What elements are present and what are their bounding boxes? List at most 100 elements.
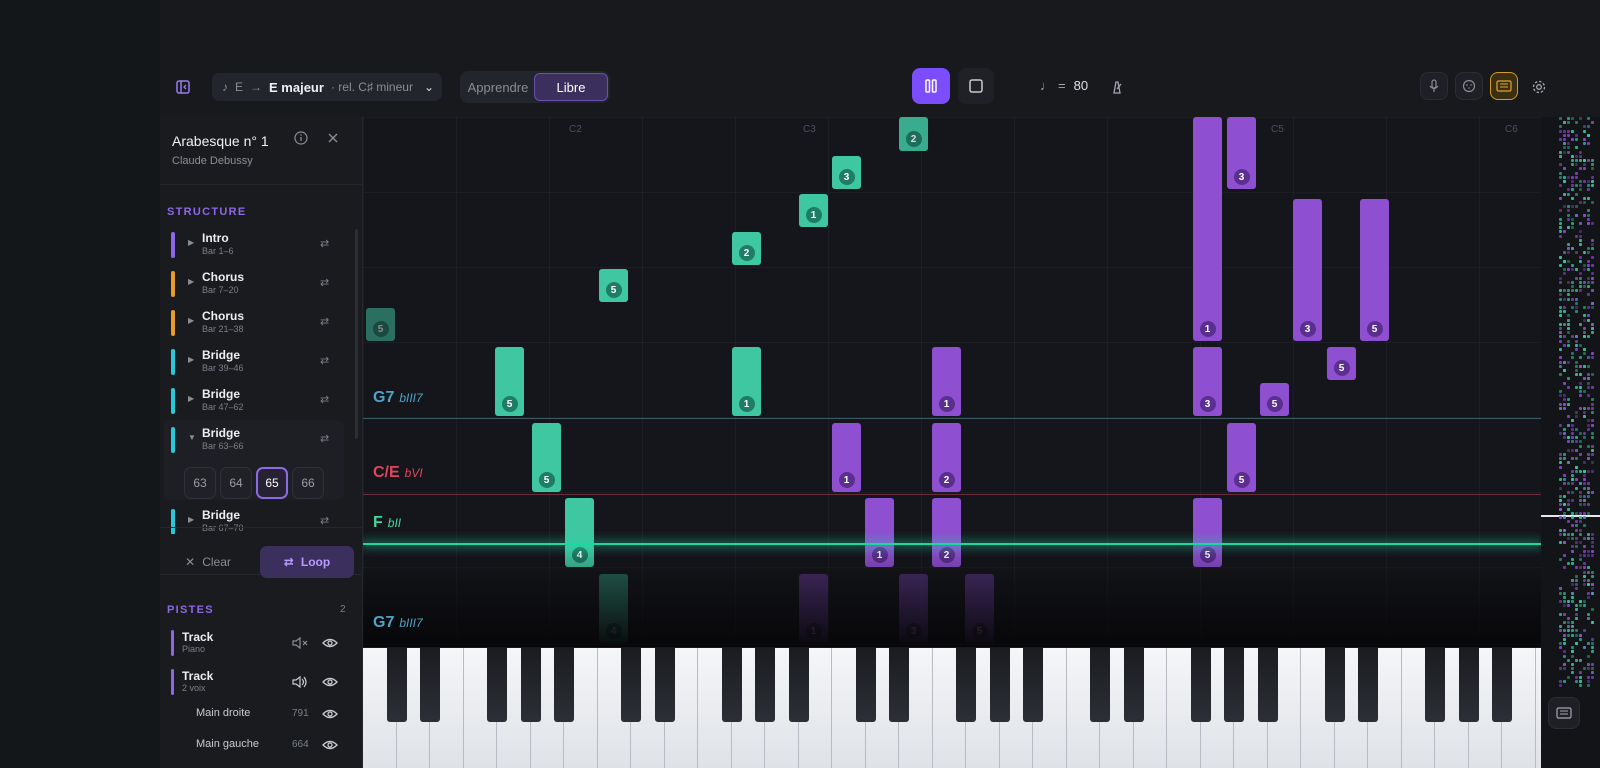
black-key[interactable] (654, 648, 675, 722)
voice-item[interactable]: Main gauche 664 (160, 732, 360, 758)
black-key[interactable] (1257, 648, 1278, 722)
midi-button[interactable] (1455, 72, 1483, 100)
note[interactable]: 5 (1260, 383, 1289, 416)
black-key[interactable] (1358, 648, 1378, 722)
close-button[interactable] (324, 129, 342, 147)
song-minimap[interactable] (1541, 117, 1600, 768)
note[interactable]: 2 (732, 232, 761, 265)
voice-item[interactable]: Main droite 791 (160, 701, 360, 727)
piano-roll[interactable]: C2 C3 C5 C6 2 3 1 2 5 5 1 3 3 5 5 5 5 1 … (363, 117, 1541, 647)
section-item[interactable]: ▼ Bridge Bar 63–66 ⇄ (164, 421, 344, 459)
bar-button[interactable]: 66 (292, 467, 324, 499)
tempo-display[interactable]: ♩ = 80 (1040, 78, 1088, 93)
note[interactable]: 5 (495, 347, 524, 416)
black-key[interactable] (520, 648, 541, 722)
note[interactable]: 5 (1227, 423, 1256, 492)
eye-icon[interactable] (322, 738, 338, 752)
bar-button[interactable]: 63 (184, 467, 216, 499)
collapse-sidebar-button[interactable] (172, 76, 194, 98)
info-button[interactable] (292, 129, 310, 147)
black-key[interactable] (1023, 648, 1043, 722)
note[interactable]: 2 (932, 498, 961, 567)
repeat-icon[interactable]: ⇄ (320, 354, 329, 367)
tab-apprendre[interactable]: Apprendre (462, 73, 534, 101)
eye-icon[interactable] (322, 707, 338, 721)
note[interactable]: 3 (899, 574, 928, 643)
note[interactable]: 3 (1193, 347, 1222, 416)
note[interactable]: 2 (932, 423, 961, 492)
settings-button[interactable] (1528, 76, 1550, 98)
note[interactable]: 3 (832, 156, 861, 189)
note[interactable]: 5 (1360, 199, 1389, 341)
repeat-icon[interactable]: ⇄ (320, 514, 329, 527)
note[interactable]: 1 (799, 194, 828, 227)
key-selector[interactable]: ♪ E → E majeur · rel. C♯ mineur ⌄ (212, 73, 442, 101)
mute-icon[interactable] (292, 636, 308, 650)
keyboard-shortcuts-button[interactable] (1548, 697, 1580, 729)
stop-button[interactable] (958, 68, 994, 104)
repeat-icon[interactable]: ⇄ (320, 393, 329, 406)
structure-scrollbar[interactable] (355, 229, 358, 439)
note[interactable]: 3 (1293, 199, 1322, 341)
volume-icon[interactable] (292, 675, 308, 689)
metronome-button[interactable] (1108, 78, 1126, 96)
note[interactable]: 5 (1193, 498, 1222, 567)
black-key[interactable] (1224, 648, 1244, 722)
note[interactable]: 5 (532, 423, 561, 492)
black-key[interactable] (1324, 648, 1345, 722)
section-item[interactable]: ▶ Bridge Bar 47–62 ⇄ (164, 382, 344, 420)
black-key[interactable] (420, 648, 440, 722)
eye-icon[interactable] (322, 636, 338, 650)
black-key[interactable] (386, 648, 407, 722)
piano-keyboard[interactable] (363, 648, 1541, 768)
repeat-icon[interactable]: ⇄ (320, 276, 329, 289)
track-item[interactable]: Track 2 voix (168, 667, 348, 697)
black-key[interactable] (755, 648, 775, 722)
clear-button[interactable]: ✕ Clear (164, 546, 252, 578)
repeat-icon[interactable]: ⇄ (320, 315, 329, 328)
black-key[interactable] (855, 648, 876, 722)
repeat-icon[interactable]: ⇄ (320, 237, 329, 250)
note[interactable]: 1 (799, 574, 828, 643)
note[interactable]: 5 (599, 269, 628, 302)
note[interactable]: 1 (732, 347, 761, 416)
black-key[interactable] (1492, 648, 1512, 722)
black-key[interactable] (889, 648, 909, 722)
note[interactable]: 1 (932, 347, 961, 416)
note[interactable]: 4 (599, 574, 628, 643)
black-key[interactable] (788, 648, 809, 722)
black-key[interactable] (956, 648, 976, 722)
repeat-icon[interactable]: ⇄ (320, 432, 329, 445)
black-key[interactable] (1123, 648, 1144, 722)
black-key[interactable] (1458, 648, 1479, 722)
keyboard-toggle-button[interactable] (1490, 72, 1518, 100)
pause-button[interactable] (912, 68, 950, 104)
note[interactable]: 5 (366, 308, 395, 341)
bar-button[interactable]: 64 (220, 467, 252, 499)
track-item[interactable]: Track Piano (168, 628, 348, 658)
eye-icon[interactable] (322, 675, 338, 689)
tab-libre[interactable]: Libre (534, 73, 608, 101)
note[interactable]: 2 (899, 117, 928, 151)
note[interactable]: 5 (1327, 347, 1356, 380)
black-key[interactable] (621, 648, 641, 722)
note[interactable]: 1 (1193, 117, 1222, 341)
black-key[interactable] (554, 648, 574, 722)
black-key[interactable] (487, 648, 507, 722)
black-key[interactable] (1090, 648, 1110, 722)
section-item[interactable]: ▶ Intro Bar 1–6 ⇄ (164, 226, 344, 264)
black-key[interactable] (989, 648, 1010, 722)
note[interactable]: 1 (865, 498, 894, 567)
note[interactable]: 3 (1227, 117, 1256, 189)
bar-button-selected[interactable]: 65 (256, 467, 288, 499)
loop-button[interactable]: ⇄ Loop (260, 546, 354, 578)
black-key[interactable] (1190, 648, 1211, 722)
black-key[interactable] (1425, 648, 1445, 722)
section-item[interactable]: ▶ Chorus Bar 21–38 ⇄ (164, 304, 344, 342)
note[interactable]: 4 (565, 498, 594, 567)
black-key[interactable] (721, 648, 742, 722)
section-item[interactable]: ▶ Bridge Bar 39–46 ⇄ (164, 343, 344, 381)
note[interactable]: 1 (832, 423, 861, 492)
microphone-button[interactable] (1420, 72, 1448, 100)
note[interactable]: 5 (965, 574, 994, 643)
